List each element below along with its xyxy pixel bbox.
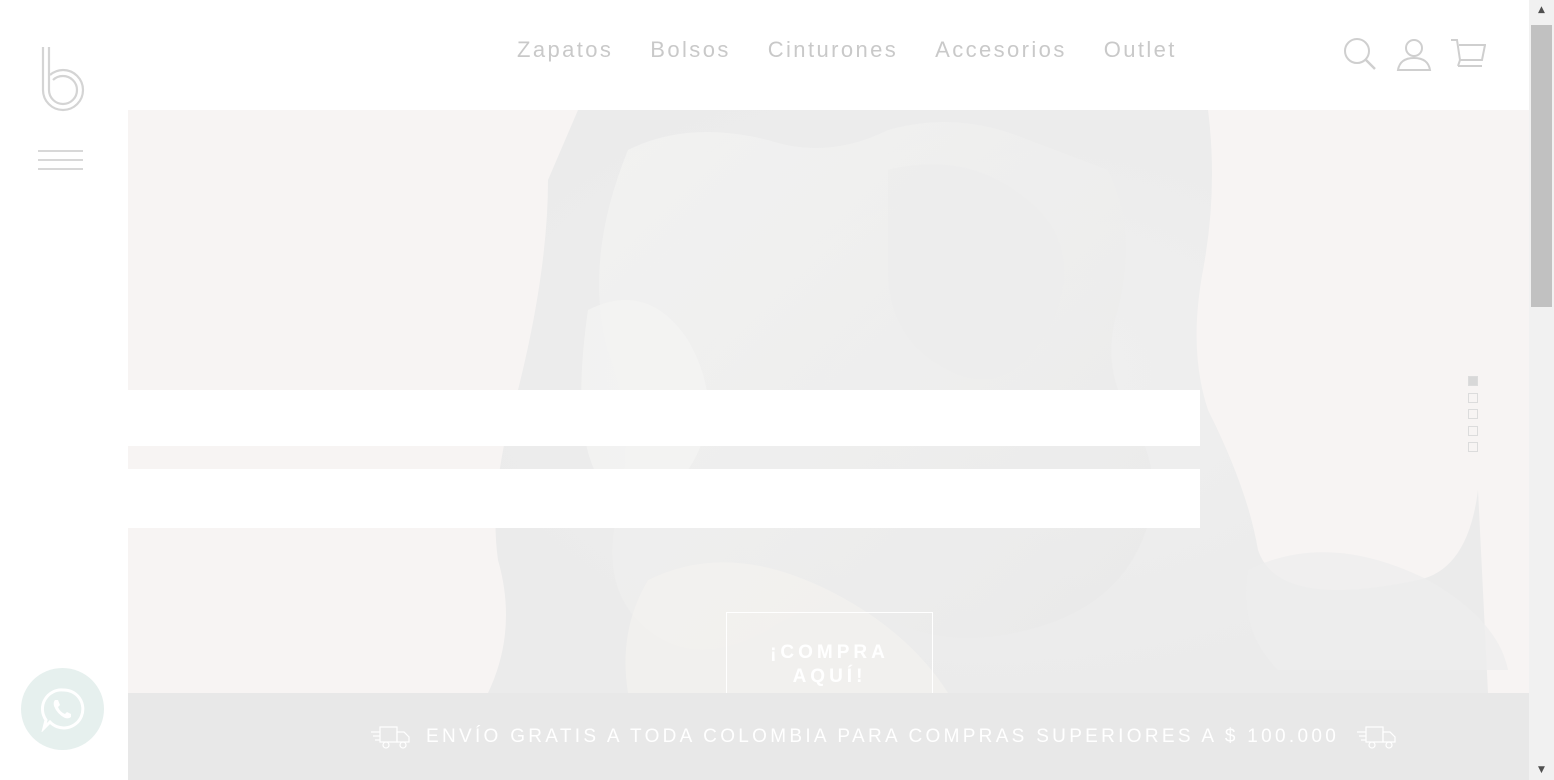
whatsapp-icon [40, 688, 84, 732]
shipping-banner: ENVÍO GRATIS A TODA COLOMBIA PARA COMPRA… [128, 693, 1529, 780]
slider-dot-3[interactable] [1468, 409, 1478, 419]
slider-dot-5[interactable] [1468, 442, 1478, 452]
hamburger-menu-icon[interactable] [38, 150, 84, 172]
scroll-down-arrow[interactable]: ▼ [1529, 760, 1554, 780]
free-shipping-text: ENVÍO GRATIS A TODA COLOMBIA PARA COMPRA… [426, 726, 1340, 747]
shop-now-button[interactable]: ¡COMPRA AQUÍ! [726, 612, 933, 693]
hero-subtitle-bar [128, 469, 1200, 528]
top-navigation: Zapatos Bolsos Cinturones Accesorios Out… [128, 0, 1529, 110]
nav-item-accesorios[interactable]: Accesorios [935, 36, 1067, 64]
sidebar [0, 0, 128, 780]
hero-slider: ¡COMPRA AQUÍ! [128, 110, 1529, 693]
slider-dot-4[interactable] [1468, 425, 1478, 436]
cart-icon[interactable] [1450, 36, 1486, 72]
scroll-up-arrow[interactable]: ▲ [1529, 0, 1554, 20]
nav-item-zapatos[interactable]: Zapatos [517, 36, 613, 64]
cta-line-2: AQUÍ! [792, 666, 867, 687]
main-menu: Zapatos Bolsos Cinturones Accesorios Out… [517, 36, 1214, 64]
nav-icons [1342, 36, 1504, 72]
nav-item-cinturones[interactable]: Cinturones [768, 36, 898, 64]
vertical-scrollbar[interactable]: ▲ ▼ [1529, 0, 1554, 780]
whatsapp-button[interactable] [21, 668, 104, 750]
scroll-thumb[interactable] [1531, 25, 1552, 307]
cta-line-1: ¡COMPRA [770, 642, 889, 663]
hero-title-bar [128, 390, 1200, 446]
search-icon[interactable] [1342, 36, 1378, 72]
user-icon[interactable] [1396, 36, 1432, 72]
nav-item-bolsos[interactable]: Bolsos [650, 36, 730, 64]
nav-item-outlet[interactable]: Outlet [1104, 36, 1177, 64]
slider-dot-2[interactable] [1468, 392, 1478, 403]
slider-pagination [1468, 376, 1478, 459]
b-logo-icon[interactable] [40, 45, 86, 115]
page: Zapatos Bolsos Cinturones Accesorios Out… [0, 0, 1554, 780]
delivery-truck-icon [1357, 726, 1396, 749]
slider-dot-1[interactable] [1468, 376, 1478, 386]
delivery-truck-icon [371, 726, 410, 749]
